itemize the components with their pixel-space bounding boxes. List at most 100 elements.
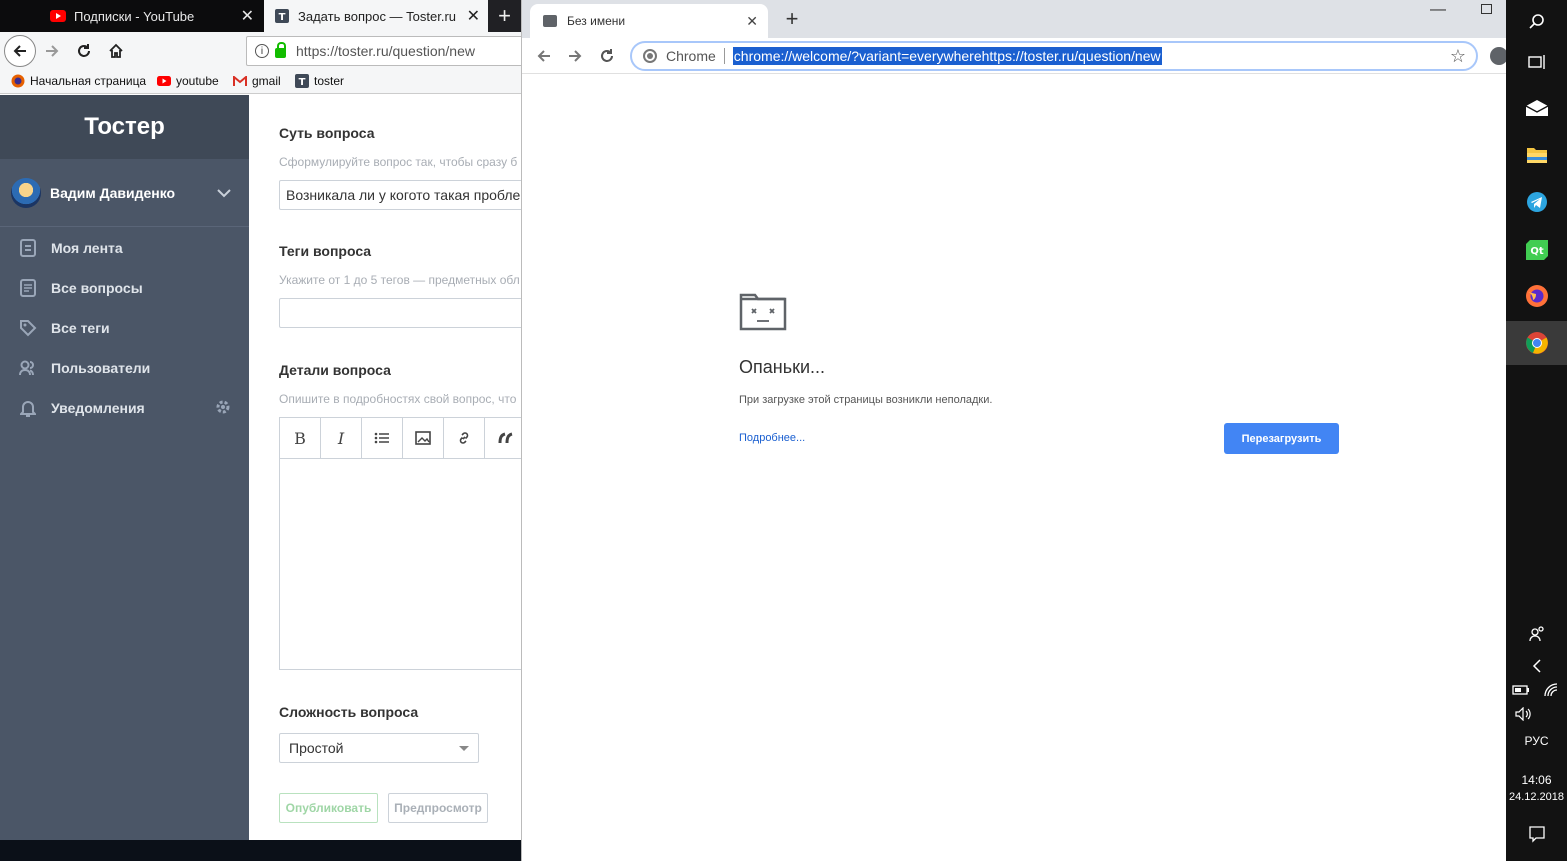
tab-youtube[interactable]: Подписки - YouTube ✕	[40, 0, 262, 32]
back-button[interactable]	[4, 35, 36, 67]
search-icon[interactable]	[1506, 0, 1567, 44]
new-tab-button[interactable]: +	[780, 6, 804, 31]
omnibox-chip: Chrome	[666, 48, 716, 64]
bookmark-gmail[interactable]: gmail	[233, 74, 281, 88]
tags-input[interactable]	[279, 298, 521, 328]
notification-icon[interactable]	[1506, 812, 1567, 856]
sidebar-item-questions[interactable]: Все вопросы	[0, 268, 249, 308]
reload-icon	[601, 49, 613, 62]
essence-input[interactable]: Возникала ли у когото такая пробле	[279, 180, 521, 210]
details-editor[interactable]: B I	[279, 417, 521, 670]
bookmark-toster[interactable]: T toster	[295, 74, 344, 88]
sad-tab-icon	[543, 15, 557, 27]
chrome-icon[interactable]	[1506, 321, 1567, 365]
error-text: При загрузке этой страницы возникли непо…	[739, 394, 993, 406]
quote-button[interactable]	[485, 418, 521, 458]
reload-button[interactable]	[596, 45, 618, 67]
qt-icon[interactable]: Qt	[1506, 228, 1567, 272]
tab-title: Задать вопрос — Toster.ru	[298, 8, 457, 24]
preview-button[interactable]: Предпросмотр	[388, 793, 488, 823]
bold-icon: B	[294, 428, 306, 448]
sidebar-item-notifications[interactable]: Уведомления	[0, 388, 249, 428]
tags-label: Теги вопроса	[279, 243, 372, 259]
clock-date[interactable]: 24.12.2018	[1506, 791, 1567, 803]
details-label: Детали вопроса	[279, 362, 391, 378]
tab-title: Без имени	[567, 14, 626, 28]
bold-button[interactable]: B	[280, 418, 321, 458]
arrow-left-icon	[537, 50, 550, 62]
task-view-icon[interactable]	[1506, 40, 1567, 84]
svg-text:T: T	[299, 77, 306, 88]
bookmarks-bar: Начальная страница youtube gmail T toste…	[0, 70, 521, 94]
firefox-icon	[11, 74, 25, 88]
details-hint: Опишите в подробностях свой вопрос, что	[279, 392, 517, 406]
home-button[interactable]	[102, 37, 130, 65]
avatar	[11, 177, 41, 208]
questions-icon	[18, 278, 38, 298]
forward-button[interactable]	[38, 37, 66, 65]
svg-text:T: T	[279, 12, 286, 23]
omnibox-text[interactable]: chrome://welcome/?variant=everywherehttp…	[732, 47, 1162, 65]
volume-icon[interactable]	[1506, 692, 1542, 736]
chrome-page-icon	[643, 49, 657, 63]
tags-hint: Укажите от 1 до 5 тегов — предметных обл	[279, 273, 520, 287]
reload-page-button[interactable]: Перезагрузить	[1224, 423, 1339, 454]
users-icon	[18, 358, 38, 378]
publish-button[interactable]: Опубликовать	[279, 793, 378, 823]
close-tab-icon[interactable]: ✕	[467, 6, 480, 26]
close-tab-icon[interactable]: ✕	[746, 13, 758, 30]
forward-button[interactable]	[564, 45, 586, 67]
error-title: Опаньки...	[739, 357, 826, 377]
clock-time[interactable]: 14:06	[1506, 773, 1567, 787]
firefox-nav-bar: i https://toster.ru/question/new	[0, 32, 521, 70]
difficulty-select[interactable]: Простой	[279, 733, 479, 763]
sidebar-item-tags[interactable]: Все теги	[0, 308, 249, 348]
arrow-left-icon	[13, 45, 26, 57]
arrow-right-icon	[46, 45, 59, 57]
bell-icon	[18, 398, 38, 418]
url-bar[interactable]: i https://toster.ru/question/new	[246, 36, 521, 66]
italic-icon: I	[337, 428, 345, 448]
svg-text:Qt: Qt	[1530, 246, 1544, 257]
firefox-icon[interactable]	[1506, 274, 1567, 318]
language-indicator[interactable]: РУС	[1506, 734, 1567, 748]
site-logo[interactable]: Тостер	[0, 95, 249, 159]
youtube-icon	[157, 74, 171, 88]
feed-icon	[18, 238, 38, 258]
reload-icon	[78, 44, 90, 57]
sidebar-item-users[interactable]: Пользователи	[0, 348, 249, 388]
user-menu[interactable]: Вадим Давиденко	[0, 159, 249, 227]
bookmark-youtube[interactable]: youtube	[157, 74, 219, 88]
link-button[interactable]	[444, 418, 485, 458]
tab-title: Подписки - YouTube	[74, 8, 195, 24]
omnibox[interactable]: Chrome chrome://welcome/?variant=everywh…	[630, 41, 1478, 71]
info-icon[interactable]: i	[255, 44, 269, 58]
bookmark-home[interactable]: Начальная страница	[11, 74, 146, 88]
telegram-icon[interactable]	[1506, 180, 1567, 224]
list-button[interactable]	[362, 418, 403, 458]
back-button[interactable]	[533, 45, 555, 67]
gear-icon[interactable]	[215, 399, 231, 418]
image-button[interactable]	[403, 418, 444, 458]
lock-icon	[275, 42, 286, 58]
reload-button[interactable]	[70, 37, 98, 65]
chrome-tab[interactable]: Без имени ✕	[530, 4, 768, 38]
star-icon[interactable]: ☆	[1450, 46, 1466, 67]
user-name: Вадим Давиденко	[50, 184, 176, 201]
minimize-icon[interactable]: —	[1430, 1, 1446, 19]
desktop-background	[0, 840, 521, 861]
more-link[interactable]: Подробнее...	[739, 432, 805, 444]
new-tab-button[interactable]: +	[488, 0, 521, 32]
italic-button[interactable]: I	[321, 418, 362, 458]
maximize-icon[interactable]	[1481, 4, 1492, 14]
explorer-icon[interactable]	[1506, 133, 1567, 177]
close-tab-icon[interactable]: ✕	[241, 6, 254, 26]
sad-folder-icon	[739, 291, 787, 331]
tag-icon	[18, 318, 38, 338]
chevron-down-icon[interactable]	[217, 185, 231, 201]
tab-toster[interactable]: T Задать вопрос — Toster.ru ✕	[264, 0, 488, 32]
firefox-tab-bar: Подписки - YouTube ✕ T Задать вопрос — T…	[0, 0, 521, 32]
mail-icon[interactable]	[1506, 86, 1567, 130]
sidebar-item-feed[interactable]: Моя лента	[0, 228, 249, 268]
question-form: Суть вопроса Сформулируйте вопрос так, ч…	[249, 95, 521, 840]
